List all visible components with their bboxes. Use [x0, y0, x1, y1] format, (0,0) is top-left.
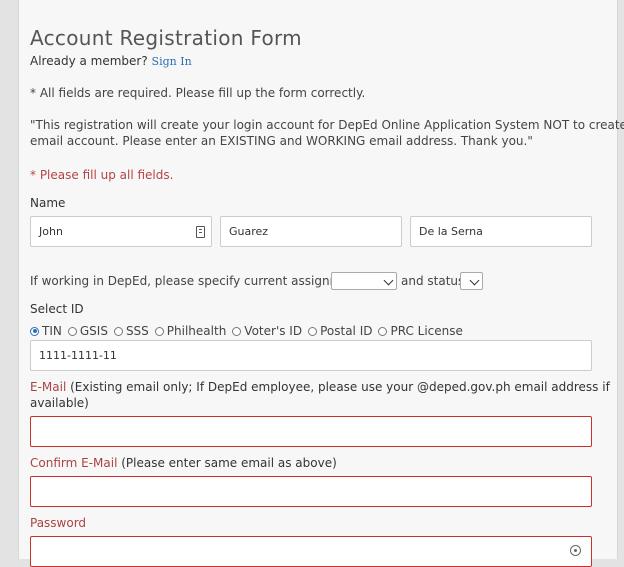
- notice-line-2: email account. Please enter an EXISTING …: [30, 134, 533, 148]
- radio-button[interactable]: [67, 326, 77, 336]
- radio-sss[interactable]: SSS: [113, 324, 149, 338]
- chevron-down-icon: [383, 275, 394, 286]
- required-note: * All fields are required. Please fill u…: [30, 86, 366, 100]
- already-member-label: Already a member?: [30, 54, 148, 68]
- radio-label: Philhealth: [166, 324, 227, 338]
- confirm-email-hint: (Please enter same email as above): [117, 456, 337, 470]
- radio-label: GSIS: [79, 324, 108, 338]
- assignment-select[interactable]: [331, 272, 397, 290]
- select-id-label: Select ID: [30, 302, 84, 316]
- password-input[interactable]: [30, 536, 592, 567]
- contact-card-icon: [196, 226, 205, 238]
- email-label: E-Mail (Existing email only; If DepEd em…: [30, 380, 610, 394]
- last-name-value: De la Serna: [419, 225, 483, 238]
- radio-label: TIN: [42, 324, 62, 338]
- password-label: Password: [30, 516, 87, 530]
- middle-name-input[interactable]: Guarez: [220, 216, 402, 247]
- status-text: and status: [401, 274, 465, 288]
- email-input[interactable]: [30, 416, 592, 447]
- fill-warning: * Please fill up all fields.: [30, 168, 174, 182]
- confirm-email-label: Confirm E-Mail (Please enter same email …: [30, 456, 337, 470]
- first-name-input[interactable]: John: [30, 216, 212, 247]
- radio-voters-id[interactable]: Voter's ID: [232, 324, 302, 338]
- email-hint-line-1: (Existing email only; If DepEd employee,…: [66, 380, 610, 394]
- radio-prc-license[interactable]: PRC License: [378, 324, 463, 338]
- radio-label: SSS: [125, 324, 149, 338]
- radio-philhealth[interactable]: Philhealth: [154, 324, 227, 338]
- id-number-input[interactable]: 1111-1111-11: [30, 340, 592, 371]
- name-label: Name: [30, 196, 66, 210]
- notice-line-1: "This registration will create your logi…: [30, 118, 624, 132]
- radio-label: Postal ID: [320, 324, 373, 338]
- sign-in-link[interactable]: Sign In: [152, 55, 192, 68]
- radio-postal-id[interactable]: Postal ID: [308, 324, 372, 338]
- confirm-email-label-text: Confirm E-Mail: [30, 456, 118, 470]
- id-type-radio-group: TIN GSIS SSS Philhealth Voter's ID Posta…: [30, 324, 469, 338]
- registration-form-panel: Account Registration Form Already a memb…: [18, 0, 624, 567]
- form-title: Account Registration Form: [30, 26, 302, 50]
- email-hint-line-2: available): [30, 396, 89, 410]
- middle-name-value: Guarez: [229, 225, 269, 238]
- radio-label: Voter's ID: [244, 324, 303, 338]
- radio-button[interactable]: [378, 326, 388, 336]
- first-name-value: John: [39, 225, 63, 238]
- assignment-text: If working in DepEd, please specify curr…: [30, 274, 361, 288]
- id-number-value: 1111-1111-11: [39, 349, 117, 362]
- radio-label: PRC License: [390, 324, 463, 338]
- radio-button[interactable]: [154, 326, 164, 336]
- chevron-down-icon: [469, 275, 480, 286]
- last-name-input[interactable]: De la Serna: [410, 216, 592, 247]
- radio-button[interactable]: [30, 326, 39, 336]
- confirm-email-input[interactable]: [30, 476, 592, 507]
- radio-tin[interactable]: TIN: [30, 324, 62, 338]
- radio-gsis[interactable]: GSIS: [67, 324, 108, 338]
- already-member-text: Already a member? Sign In: [30, 54, 192, 68]
- radio-button[interactable]: [113, 326, 123, 336]
- password-visibility-icon[interactable]: [570, 545, 581, 556]
- status-select[interactable]: [460, 272, 483, 290]
- radio-button[interactable]: [308, 326, 318, 336]
- radio-button[interactable]: [232, 326, 242, 336]
- email-label-text: E-Mail: [30, 380, 67, 394]
